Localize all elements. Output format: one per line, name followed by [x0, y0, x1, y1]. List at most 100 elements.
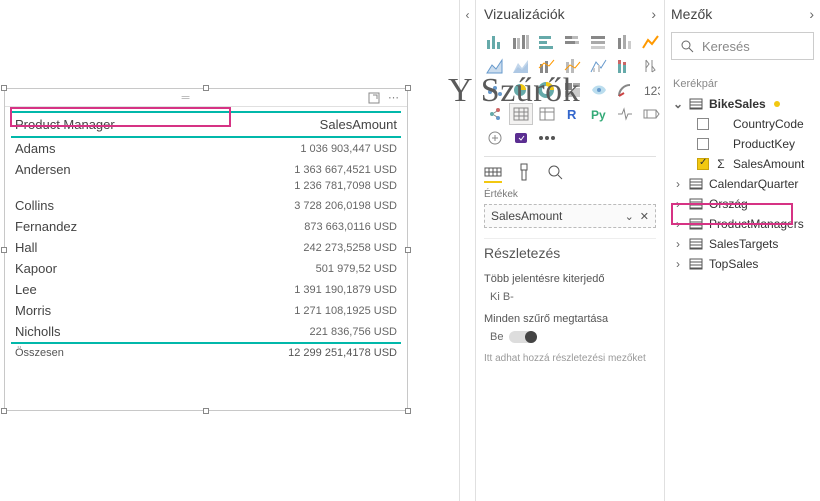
viz-type-icon[interactable] — [536, 80, 558, 100]
viz-type-icon[interactable] — [484, 56, 506, 76]
viz-type-icon[interactable] — [614, 32, 636, 52]
viz-type-icon[interactable] — [536, 128, 558, 148]
viz-type-icon[interactable] — [510, 80, 532, 100]
cell-value: 873 663,0116 USD — [198, 216, 401, 237]
cell-name: Lee — [11, 279, 198, 300]
table-name: CalendarQuarter — [709, 177, 798, 191]
values-well-label: Értékek — [484, 187, 656, 204]
viz-type-icon[interactable] — [484, 104, 506, 124]
cell-name: Nicholls — [11, 321, 198, 343]
table-node[interactable]: ›TopSales — [671, 254, 814, 274]
field-name: ProductKey — [733, 137, 795, 151]
viz-type-icon[interactable] — [614, 56, 636, 76]
field-checkbox[interactable] — [697, 138, 709, 150]
more-options-icon[interactable]: ⋯ — [388, 91, 399, 104]
table-icon — [689, 98, 703, 110]
filters-pane-collapsed[interactable]: ‹ — [459, 0, 475, 501]
cell-name: Kapoor — [11, 258, 198, 279]
search-placeholder: Keresés — [702, 39, 750, 54]
focus-mode-icon[interactable] — [368, 92, 380, 104]
table-node[interactable]: ›SalesTargets — [671, 234, 814, 254]
field-checkbox[interactable] — [697, 118, 709, 130]
format-tab-icon[interactable] — [516, 163, 532, 183]
viz-type-icon[interactable] — [614, 80, 636, 100]
viz-type-icon[interactable] — [588, 56, 610, 76]
visualizations-pane: Vizualizációk › 123RPy Értékek SalesAmou… — [475, 0, 664, 501]
table-node[interactable]: › CalendarQuarter — [671, 174, 814, 194]
total-value: 12 299 251,4178 USD — [198, 343, 401, 362]
viz-type-icon[interactable] — [510, 32, 532, 52]
viz-type-icon[interactable] — [484, 128, 506, 148]
fields-search-input[interactable]: Keresés — [671, 32, 814, 60]
table-name: ProductManagers — [709, 217, 804, 231]
fields-tree: ⌄BikeSalesCountryCode ProductKey ΣSalesAmo… — [671, 94, 814, 274]
viz-type-icon[interactable] — [484, 80, 506, 100]
svg-text:Py: Py — [591, 108, 606, 122]
viz-type-icon[interactable] — [510, 128, 532, 148]
viz-type-icon[interactable] — [510, 104, 532, 124]
cross-report-toggle[interactable]: Ki B- — [484, 289, 656, 309]
viz-type-icon[interactable] — [536, 104, 558, 124]
fields-tab-icon[interactable] — [484, 163, 502, 183]
viz-type-icon[interactable] — [562, 56, 584, 76]
cell-value: 1 036 903,447 USD — [198, 137, 401, 159]
search-icon — [680, 39, 694, 53]
table-node[interactable]: ›Ország — [671, 194, 814, 214]
table-row[interactable]: Nicholls221 836,756 USD — [11, 321, 401, 343]
viz-type-icon[interactable] — [640, 56, 662, 76]
chevron-down-icon[interactable]: ⌄ — [625, 210, 634, 223]
analytics-tab-icon[interactable] — [546, 163, 564, 183]
table-row[interactable]: Kapoor501 979,52 USD — [11, 258, 401, 279]
viz-type-icon[interactable] — [484, 32, 506, 52]
viz-type-icon[interactable]: R — [562, 104, 584, 124]
chevron-right-icon[interactable]: › — [809, 6, 814, 22]
table-node[interactable]: ⌄BikeSales — [671, 94, 814, 114]
table-row[interactable]: Morris1 271 108,1925 USD — [11, 300, 401, 321]
viz-type-icon[interactable] — [588, 80, 610, 100]
table-row[interactable]: Adams1 036 903,447 USD — [11, 137, 401, 159]
report-canvas[interactable]: ═ ⋯ Product Manager SalesAmount Adams1 0… — [0, 0, 459, 501]
viz-type-icon[interactable]: Py — [588, 104, 610, 124]
cell-value: 242 273,5258 USD — [198, 237, 401, 258]
table-node[interactable]: ›ProductManagers — [671, 214, 814, 234]
drag-grip-icon[interactable]: ═ — [13, 92, 360, 104]
field-node[interactable]: ProductKey — [671, 134, 814, 154]
field-group-label: Kerékpár — [671, 66, 814, 94]
viz-type-icon[interactable] — [536, 32, 558, 52]
viz-type-icon[interactable] — [536, 56, 558, 76]
viz-type-icon[interactable] — [510, 56, 532, 76]
keep-all-filters-label: Minden szűrő megtartása — [484, 309, 656, 329]
total-label: Összesen — [11, 343, 198, 362]
viz-type-icon[interactable] — [640, 104, 662, 124]
column-header-product-manager[interactable]: Product Manager — [11, 112, 198, 137]
viz-type-icon[interactable]: 123 — [640, 80, 662, 100]
fields-pane: Mezők › Keresés Kerékpár ⌄BikeSalesCount… — [664, 0, 820, 501]
chevron-right-icon[interactable]: › — [651, 6, 656, 22]
values-field-well[interactable]: SalesAmount ⌄ ✕ — [484, 204, 656, 228]
viz-type-icon[interactable] — [640, 32, 662, 52]
column-header-sales-amount[interactable]: SalesAmount — [198, 112, 401, 137]
table-row[interactable]: Hall242 273,5258 USD — [11, 237, 401, 258]
viz-type-icon[interactable] — [588, 32, 610, 52]
field-node[interactable]: ΣSalesAmount — [671, 154, 814, 174]
chevron-left-icon: ‹ — [466, 8, 470, 22]
viz-type-icon[interactable] — [614, 104, 636, 124]
cell-name: Fernandez — [11, 216, 198, 237]
viz-type-icon[interactable] — [562, 80, 584, 100]
field-node[interactable]: CountryCode — [671, 114, 814, 134]
chevron-right-icon: › — [673, 177, 683, 191]
cell-name: Collins — [11, 195, 198, 216]
table-row[interactable]: Andersen1 363 667,4521 USD — [11, 159, 401, 180]
remove-field-icon[interactable]: ✕ — [640, 210, 649, 223]
table-row[interactable]: Collins3 728 206,0198 USD — [11, 195, 401, 216]
table-row[interactable]: Lee1 391 190,1879 USD — [11, 279, 401, 300]
field-checkbox[interactable] — [697, 158, 709, 170]
table-visual[interactable]: ═ ⋯ Product Manager SalesAmount Adams1 0… — [4, 88, 408, 411]
viz-type-icon[interactable] — [562, 32, 584, 52]
cell-value: 1 363 667,4521 USD — [198, 159, 401, 180]
visual-header: ═ ⋯ — [5, 89, 407, 107]
cell-value: 1 271 108,1925 USD — [198, 300, 401, 321]
keep-all-filters-toggle[interactable]: Be — [484, 329, 656, 349]
drillthrough-title: Részletezés — [484, 238, 656, 269]
table-row[interactable]: Fernandez873 663,0116 USD — [11, 216, 401, 237]
